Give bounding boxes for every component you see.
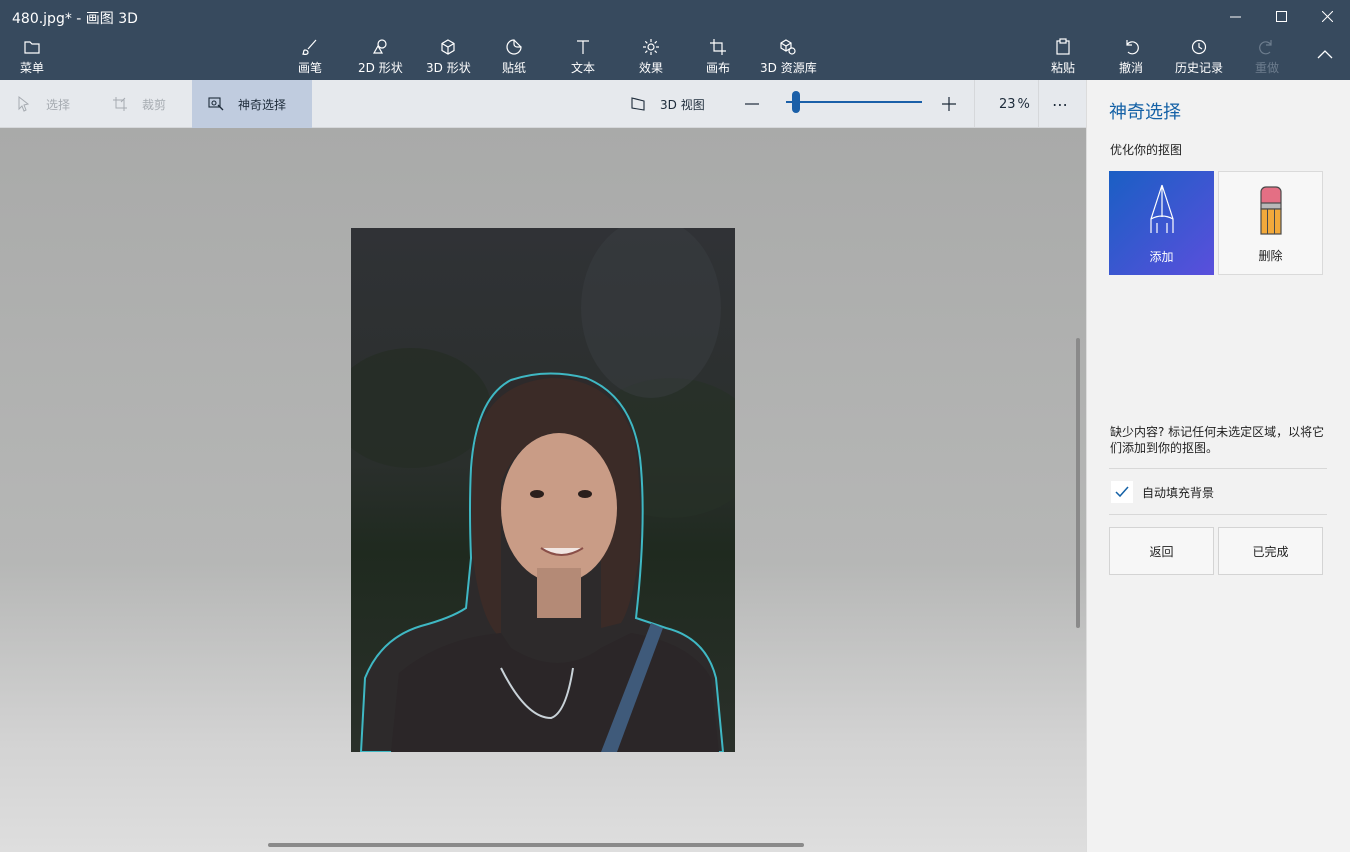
tool-2d-shapes-label: 2D 形状 bbox=[358, 61, 403, 75]
view-3d-label: 3D 视图 bbox=[660, 97, 705, 112]
close-icon bbox=[1321, 10, 1333, 22]
back-label: 返回 bbox=[1149, 544, 1174, 559]
undo-icon bbox=[1126, 40, 1139, 55]
minus-icon bbox=[745, 103, 759, 105]
divider bbox=[1038, 80, 1039, 128]
clipboard-icon bbox=[1056, 38, 1070, 55]
window-title: 480.jpg* - 画图 3D bbox=[12, 11, 138, 27]
maximize-button[interactable] bbox=[1258, 0, 1304, 32]
chevron-up-icon bbox=[1317, 50, 1333, 59]
panel-subtitle: 优化你的抠图 bbox=[1110, 143, 1183, 157]
history-button[interactable]: 历史记录 bbox=[1175, 38, 1223, 78]
photo-image[interactable] bbox=[351, 228, 735, 752]
folder-icon bbox=[24, 41, 40, 54]
panel-info-text: 缺少内容? 标记任何未选定区域，以将它们添加到你的抠图。 bbox=[1110, 425, 1325, 455]
autofill-label: 自动填充背景 bbox=[1142, 486, 1215, 500]
zoom-percentage[interactable]: 23 % bbox=[999, 80, 1030, 128]
horizontal-scrollbar[interactable] bbox=[268, 843, 804, 847]
library-3d-icon bbox=[780, 39, 796, 55]
tool-stickers-label: 贴纸 bbox=[502, 61, 527, 75]
tool-3d-library[interactable]: 3D 资源库 bbox=[760, 38, 817, 78]
magic-select-tool[interactable]: 神奇选择 bbox=[192, 80, 312, 128]
crop-tool[interactable]: 裁剪 bbox=[96, 80, 192, 128]
view-3d-toggle[interactable]: 3D 视图 bbox=[630, 80, 705, 128]
redo-label: 重做 bbox=[1255, 61, 1280, 75]
vertical-scrollbar[interactable] bbox=[1076, 338, 1080, 628]
paste-label: 粘贴 bbox=[1051, 61, 1076, 75]
sun-icon bbox=[643, 39, 659, 55]
cube-icon bbox=[441, 39, 455, 55]
zoom-slider-thumb[interactable] bbox=[792, 91, 800, 113]
history-label: 历史记录 bbox=[1175, 61, 1224, 75]
tool-canvas-label: 画布 bbox=[706, 61, 731, 75]
divider bbox=[974, 80, 975, 128]
canvas-area[interactable] bbox=[0, 128, 1086, 852]
view-3d-icon bbox=[631, 97, 645, 111]
canvas-crop-icon bbox=[710, 39, 726, 55]
select-label: 选择 bbox=[46, 97, 71, 112]
tool-3d-shapes[interactable]: 3D 形状 bbox=[426, 38, 471, 78]
magic-select-panel: 神奇选择 优化你的抠图 添加 删除 缺少内容? 标记任何未选定区域，以将它们添加… bbox=[1086, 80, 1350, 852]
zoom-out-button[interactable] bbox=[744, 80, 760, 128]
tool-canvas[interactable]: 画布 bbox=[706, 38, 730, 78]
text-icon bbox=[577, 40, 589, 54]
tool-2d-shapes[interactable]: 2D 形状 bbox=[358, 38, 403, 78]
maximize-icon bbox=[1275, 10, 1287, 22]
add-label: 添加 bbox=[1149, 250, 1174, 264]
brush-icon bbox=[301, 39, 317, 55]
menu-label: 菜单 bbox=[20, 61, 45, 75]
add-button[interactable]: 添加 bbox=[1109, 171, 1214, 275]
plus-icon bbox=[942, 97, 956, 111]
checkmark-icon bbox=[1115, 486, 1129, 498]
sticker-icon bbox=[506, 39, 522, 55]
pen-nib-icon bbox=[1149, 184, 1174, 233]
cursor-icon bbox=[18, 96, 30, 112]
select-tool[interactable]: 选择 bbox=[0, 80, 96, 128]
tool-brushes[interactable]: 画笔 bbox=[298, 38, 322, 78]
main-toolbar: 菜单 画笔 2D 形状 3D 形状 贴纸 文本 效果 画布 3D 资源库 粘贴 … bbox=[0, 32, 1350, 80]
remove-label: 删除 bbox=[1258, 249, 1283, 263]
minimize-button[interactable] bbox=[1212, 0, 1258, 32]
zoom-slider-track[interactable] bbox=[786, 101, 922, 103]
redo-button[interactable]: 重做 bbox=[1255, 38, 1279, 78]
tool-3d-shapes-label: 3D 形状 bbox=[426, 61, 471, 75]
tool-brushes-label: 画笔 bbox=[298, 61, 323, 75]
back-button[interactable]: 返回 bbox=[1109, 527, 1214, 575]
tool-effects[interactable]: 效果 bbox=[639, 38, 663, 78]
panel-title: 神奇选择 bbox=[1109, 102, 1181, 123]
undo-label: 撤消 bbox=[1119, 61, 1144, 75]
eraser-icon bbox=[1259, 186, 1282, 235]
tool-3d-library-label: 3D 资源库 bbox=[760, 61, 817, 75]
zoom-in-button[interactable] bbox=[941, 80, 957, 128]
done-label: 已完成 bbox=[1252, 544, 1289, 559]
more-options-button[interactable]: ⋯ bbox=[1052, 80, 1068, 128]
zoom-unit: % bbox=[1017, 96, 1030, 112]
magic-select-icon bbox=[208, 97, 224, 111]
zoom-value: 23 bbox=[999, 96, 1016, 112]
history-icon bbox=[1191, 39, 1207, 55]
menu-button[interactable]: 菜单 bbox=[20, 38, 44, 78]
tool-effects-label: 效果 bbox=[639, 61, 664, 75]
minimize-icon bbox=[1229, 16, 1241, 17]
magic-select-label: 神奇选择 bbox=[238, 97, 287, 112]
remove-button[interactable]: 删除 bbox=[1218, 171, 1323, 275]
divider bbox=[1109, 468, 1327, 469]
redo-icon bbox=[1259, 40, 1272, 55]
more-icon: ⋯ bbox=[1052, 94, 1068, 114]
tool-stickers[interactable]: 贴纸 bbox=[502, 38, 526, 78]
tool-text[interactable]: 文本 bbox=[571, 38, 595, 78]
shapes-2d-icon bbox=[373, 39, 387, 54]
divider bbox=[1109, 514, 1327, 515]
title-bar: 480.jpg* - 画图 3D bbox=[0, 0, 1350, 32]
autofill-checkbox[interactable] bbox=[1111, 481, 1133, 503]
tool-text-label: 文本 bbox=[571, 61, 596, 75]
undo-button[interactable]: 撤消 bbox=[1119, 38, 1143, 78]
portrait-image bbox=[351, 228, 735, 752]
paste-button[interactable]: 粘贴 bbox=[1051, 38, 1075, 78]
crop-icon bbox=[113, 97, 127, 111]
close-button[interactable] bbox=[1304, 0, 1350, 32]
done-button[interactable]: 已完成 bbox=[1218, 527, 1323, 575]
crop-label: 裁剪 bbox=[142, 97, 167, 112]
